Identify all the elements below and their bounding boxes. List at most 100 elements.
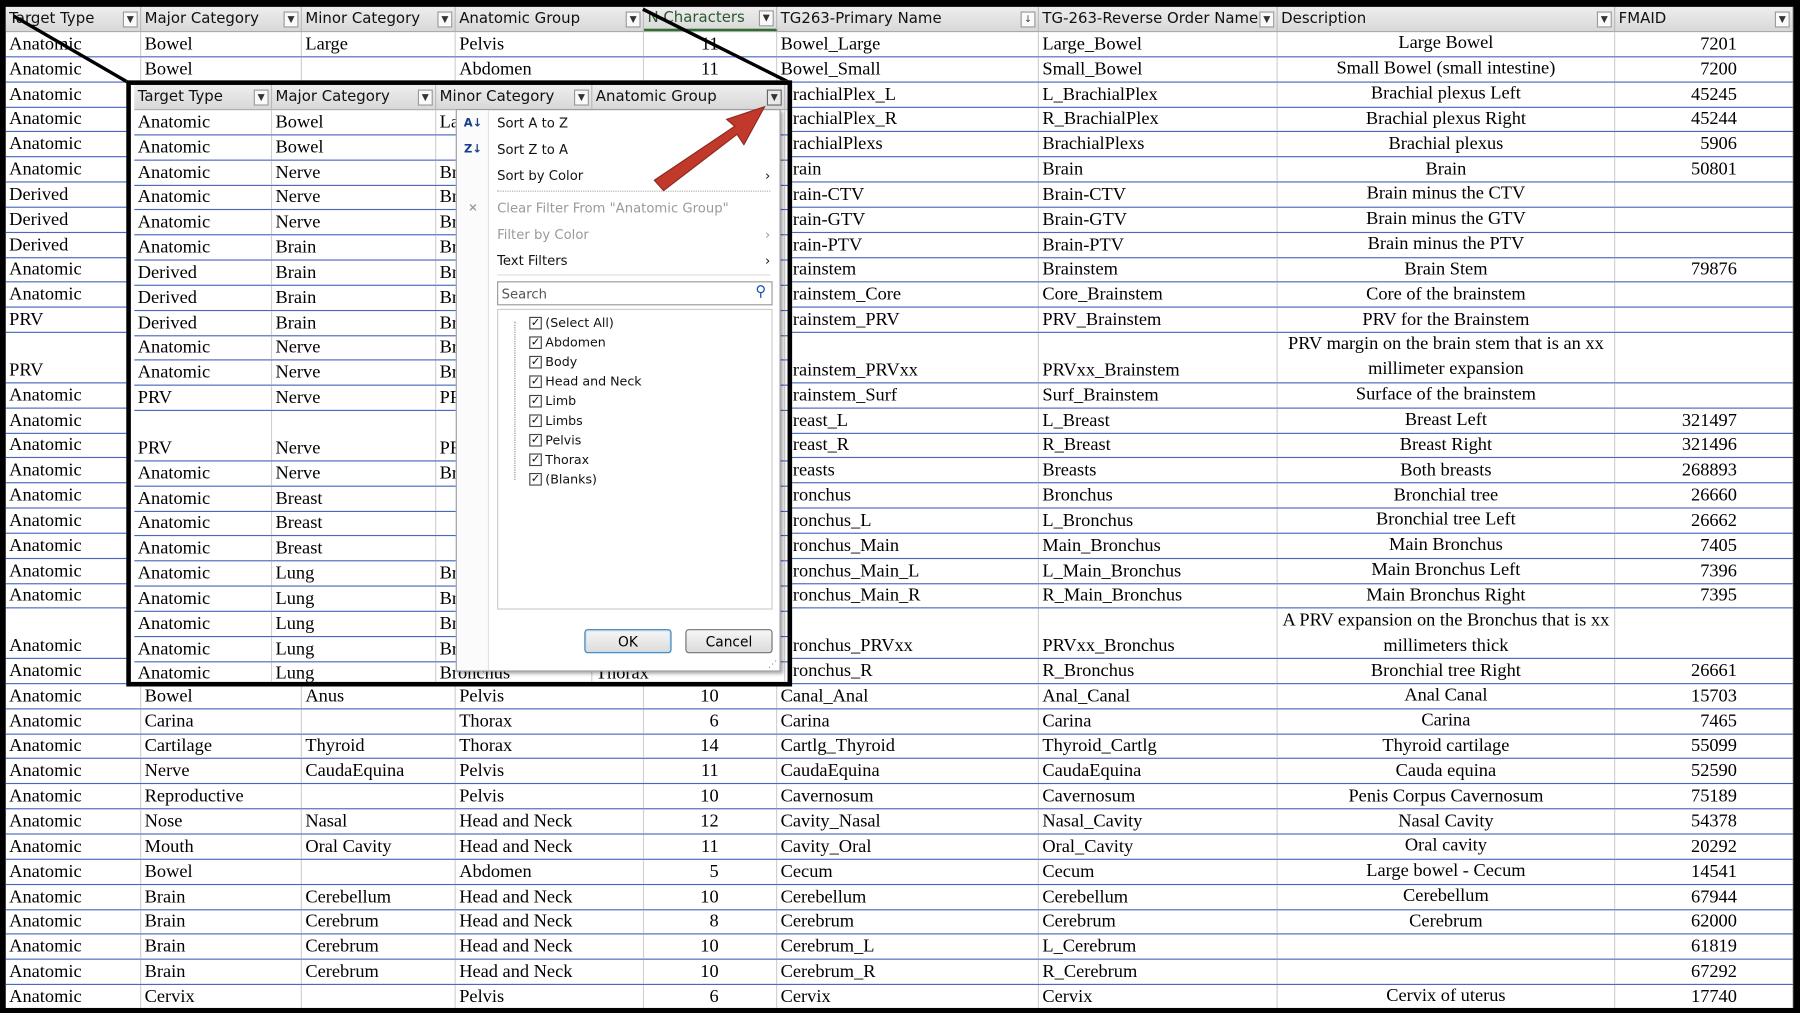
table-cell: Main Bronchus <box>1278 533 1616 558</box>
sort-az-icon: A↓ <box>463 116 483 130</box>
filter-dropdown-icon[interactable]: ▼ <box>283 10 299 27</box>
table-row[interactable]: Anatomic Reproductive Pelvis 10 Cavernosum Ca… <box>5 784 1794 810</box>
filter-dropdown-icon[interactable]: ▼ <box>437 10 453 27</box>
filter-dropdown-icon[interactable]: ▼ <box>1259 10 1275 27</box>
resize-grip-icon[interactable]: ⋰ <box>768 659 777 669</box>
filter-dropdown-icon[interactable]: ▼ <box>625 10 641 27</box>
filter-values-list[interactable]: ✓ (Select All) ✓ Abdomen ✓ Body ✓ Head and Neck… <box>497 308 773 610</box>
filter-dropdown-icon[interactable]: ▼ <box>122 10 138 27</box>
cancel-button[interactable]: Cancel <box>685 629 773 654</box>
column-header[interactable]: TG-263-Reverse Order Name ▼ <box>1039 6 1278 31</box>
table-cell: PRV <box>6 307 142 332</box>
checkbox[interactable]: ✓ <box>529 472 542 486</box>
table-cell: Cerebrum_R <box>777 959 1039 984</box>
table-cell: Bowel_Small <box>777 57 1039 82</box>
filter-dropdown-icon[interactable]: ▼ <box>766 88 782 106</box>
sort-by-color[interactable]: Sort by Color › <box>497 164 770 187</box>
column-header[interactable]: Anatomic Group ▼ <box>456 6 645 31</box>
filter-value-item[interactable]: ✓ (Blanks) <box>529 470 597 490</box>
checkbox[interactable]: ✓ <box>529 433 542 447</box>
table-row[interactable]: Anatomic Nerve CaudaEquina Pelvis 11 CaudaEqu… <box>5 759 1794 785</box>
checkbox[interactable]: ✓ <box>529 394 542 408</box>
filter-dropdown-icon[interactable]: ▼ <box>1596 10 1612 27</box>
table-row[interactable]: Anatomic Brain Cerebrum Head and Neck 10 Cere… <box>5 934 1794 960</box>
filter-dropdown-icon[interactable]: ▼ <box>574 88 589 106</box>
filter-value-item[interactable]: ✓ Abdomen <box>529 333 606 353</box>
filter-value-item[interactable]: ✓ Body <box>529 352 577 372</box>
table-row[interactable]: Anatomic Bowel Large Pelvis 11 Bowel_Large Lar… <box>5 32 1794 58</box>
filter-value-item[interactable]: ✓ Thorax <box>529 450 589 470</box>
column-header[interactable]: FMAID ▼ <box>1615 6 1794 31</box>
column-header[interactable]: Description ▼ <box>1278 6 1616 31</box>
column-header[interactable]: TG263-Primary Name ↓ <box>777 6 1039 31</box>
inset-column-header[interactable]: Target Type ▼ <box>134 84 273 110</box>
table-row[interactable]: Anatomic Bowel Anus Pelvis 10 Canal_Anal Anal_… <box>5 684 1794 710</box>
table-row[interactable]: Anatomic Cartilage Thyroid Thorax 14 Cartlg_T… <box>5 734 1794 760</box>
filter-by-color[interactable]: Filter by Color › <box>497 223 770 246</box>
column-header[interactable]: Minor Category ▼ <box>302 6 456 31</box>
filter-value-item[interactable]: ✓ Head and Neck <box>529 372 642 392</box>
inset-column-header[interactable]: Minor Category ▼ <box>436 84 593 110</box>
filter-value-item[interactable]: ✓ Limbs <box>529 411 583 431</box>
table-cell: Both breasts <box>1278 458 1616 483</box>
filter-search-input[interactable] <box>497 281 773 306</box>
table-cell: 11 <box>644 57 778 82</box>
table-row[interactable]: Anatomic Brain Cerebellum Head and Neck 10 Ce… <box>5 884 1794 910</box>
table-row[interactable]: Anatomic Nose Nasal Head and Neck 12 Cavity_N… <box>5 809 1794 835</box>
sort-a-to-z[interactable]: Sort A to Z <box>497 111 770 134</box>
table-cell <box>1615 182 1794 207</box>
table-row[interactable]: Anatomic Bowel Abdomen 5 Cecum Cecum Large bow… <box>5 859 1794 885</box>
table-cell: Reproductive <box>141 784 302 809</box>
table-cell: 6 <box>644 709 778 734</box>
table-row[interactable]: Anatomic Brain Cerebrum Head and Neck 10 Cere… <box>5 959 1794 986</box>
filter-value-item[interactable]: ✓ Pelvis <box>529 431 581 451</box>
filter-dropdown-icon[interactable]: ↓ <box>1020 10 1036 27</box>
column-header[interactable]: N Characters ▼ <box>644 6 778 31</box>
table-row[interactable]: Anatomic Bowel Abdomen 11 Bowel_Small Small_B… <box>5 57 1794 83</box>
table-cell: Cartlg_Thyroid <box>777 734 1039 759</box>
inset-column-header[interactable]: Major Category ▼ <box>272 84 437 110</box>
table-cell: Brain-GTV <box>777 207 1039 232</box>
table-row[interactable]: Anatomic Cervix Pelvis 6 Cervix Cervix Cervix … <box>6 985 1794 1008</box>
table-cell: Main Bronchus Right <box>1278 583 1616 608</box>
filter-dropdown-icon[interactable]: ▼ <box>417 88 433 106</box>
checkbox[interactable]: ✓ <box>529 355 542 369</box>
table-cell: 62000 <box>1615 909 1794 934</box>
column-header-label: Minor Category <box>439 88 555 106</box>
table-cell: Brain-GTV <box>1039 207 1278 232</box>
table-row[interactable]: Anatomic Carina Thorax 6 Carina Carina Carina 7… <box>5 709 1794 735</box>
text-filters[interactable]: Text Filters › <box>497 249 770 272</box>
checkbox[interactable]: ✓ <box>529 375 542 389</box>
table-row[interactable]: Anatomic Mouth Oral Cavity Head and Neck 11 C… <box>5 834 1794 860</box>
column-header[interactable]: Target Type ▼ <box>6 6 142 31</box>
checkbox[interactable]: ✓ <box>529 414 542 428</box>
checkbox[interactable]: ✓ <box>529 316 542 330</box>
inset-column-header[interactable]: Anatomic Group ▼ <box>592 84 786 110</box>
column-header[interactable]: Major Category ▼ <box>141 6 302 31</box>
table-cell: Anatomic <box>6 583 142 608</box>
table-cell: Anatomic <box>134 110 273 135</box>
checkbox[interactable]: ✓ <box>529 453 542 467</box>
table-cell: Anatomic <box>134 561 273 586</box>
table-cell: 5906 <box>1615 132 1794 157</box>
checkbox[interactable]: ✓ <box>529 336 542 349</box>
clear-filter[interactable]: Clear Filter From "Anatomic Group" <box>497 196 770 219</box>
table-cell: Brainstem_PRV <box>777 307 1039 332</box>
filter-value-item[interactable]: ✓ (Select All) <box>529 313 614 333</box>
table-cell: Large Bowel <box>1278 32 1616 57</box>
filter-value-item[interactable]: ✓ Limb <box>529 391 576 411</box>
table-cell: L_Bronchus <box>1039 508 1278 533</box>
table-cell: Main Bronchus Left <box>1278 558 1616 583</box>
table-cell: Brain <box>141 884 302 909</box>
table-cell: 11 <box>644 834 778 859</box>
table-cell: Thyroid cartilage <box>1278 734 1616 759</box>
clear-filter-label: Clear Filter From "Anatomic Group" <box>497 199 729 216</box>
filter-dropdown-icon[interactable]: ▼ <box>253 88 269 106</box>
table-row[interactable]: Anatomic Brain Cerebrum Head and Neck 8 Cereb… <box>5 909 1794 935</box>
filter-dropdown-icon[interactable]: ▼ <box>758 9 774 26</box>
table-cell: Oral_Cavity <box>1039 834 1278 859</box>
ok-button[interactable]: OK <box>584 629 672 654</box>
filter-dropdown-icon[interactable]: ▼ <box>1774 10 1790 27</box>
sort-z-to-a[interactable]: Sort Z to A <box>497 138 770 161</box>
sort-za-icon: Z↓ <box>463 142 482 156</box>
